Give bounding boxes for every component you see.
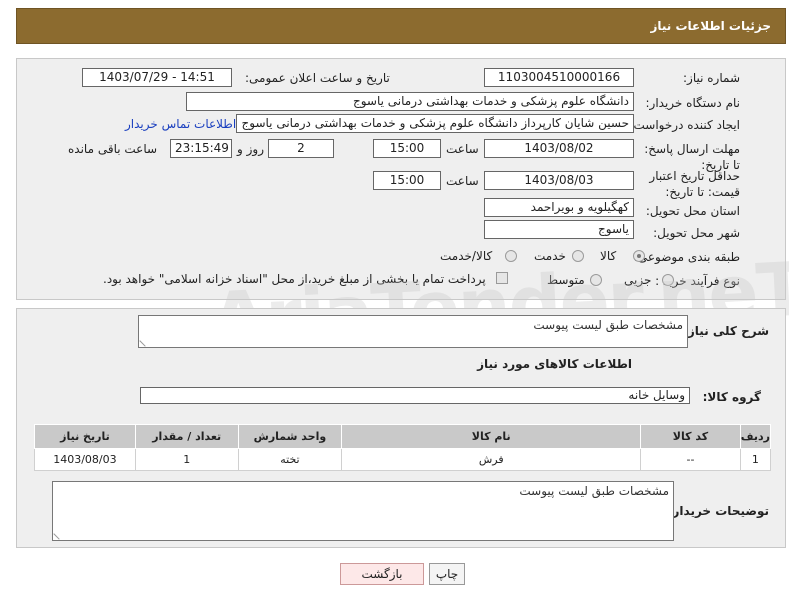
cell-unit: تخته (237, 448, 343, 471)
buyer-contact-link[interactable]: اطلاعات تماس خریدار (125, 117, 236, 131)
buyer-org-label: نام دستگاه خریدار: (645, 96, 741, 110)
buyer-org-field: دانشگاه علوم پزشکی و خدمات بهداشتی درمان… (186, 92, 634, 111)
category-radio-service[interactable] (572, 250, 584, 262)
price-deadline-label: حداقل تاریخ اعتبار قیمت: تا تاریخ: (649, 169, 740, 199)
city-label: شهر محل تحویل: (653, 226, 740, 240)
province-field: کهگیلویه و بویراحمد (484, 198, 634, 217)
creator-label: ایجاد کننده درخواست: (629, 118, 740, 132)
resize-grip-icon[interactable] (139, 335, 151, 347)
remaining-label: ساعت باقی مانده (68, 142, 158, 156)
cell-date: 1403/08/03 (34, 448, 136, 471)
goods-info-title: اطلاعات کالاهای مورد نیاز (477, 357, 632, 371)
process-radio-medium[interactable] (590, 274, 602, 286)
price-time-label: ساعت (446, 174, 479, 188)
cell-quantity: 1 (134, 448, 239, 471)
announce-field: 1403/07/29 - 14:51 (82, 68, 232, 87)
cell-name: فرش (341, 448, 642, 471)
page-title: جزئیات اطلاعات نیاز (650, 19, 771, 33)
goods-group-field: وسایل خانه (140, 387, 690, 404)
col-quantity: تعداد / مقدار (134, 424, 239, 449)
resize-grip-icon[interactable] (53, 528, 65, 540)
price-time-field: 15:00 (373, 171, 441, 190)
description-text: مشخصات طبق لیست پیوست (533, 318, 683, 332)
col-date: تاریخ نیاز (34, 424, 136, 449)
cell-row: 1 (739, 448, 772, 471)
goods-table: ردیف کد کالا نام کالا واحد شمارش تعداد /… (34, 424, 772, 471)
table-row: 1 -- فرش تخته 1 1403/08/03 (34, 448, 772, 471)
days-field: 2 (268, 139, 334, 158)
category-goods-label: کالا (600, 249, 617, 263)
category-label: طبقه بندی موضوعی: (633, 250, 740, 264)
print-button[interactable]: چاپ (429, 563, 465, 585)
need-number-label: شماره نیاز: (683, 71, 740, 85)
creator-field: حسین شایان کارپرداز دانشگاه علوم پزشکی و… (236, 114, 634, 133)
province-label: استان محل تحویل: (645, 204, 740, 218)
treasury-checkbox[interactable] (496, 272, 508, 284)
need-number-field: 1103004510000166 (484, 68, 634, 87)
process-radio-small[interactable] (662, 274, 674, 286)
col-name: نام کالا (341, 424, 642, 449)
table-header-row: ردیف کد کالا نام کالا واحد شمارش تعداد /… (34, 424, 772, 449)
back-button[interactable]: بازگشت (340, 563, 424, 585)
category-radio-goods-service[interactable] (505, 250, 517, 262)
announce-label: تاریخ و ساعت اعلان عمومی: (245, 71, 390, 85)
city-field: یاسوج (484, 220, 634, 239)
col-code: کد کالا (640, 424, 741, 449)
days-label: روز و (237, 142, 264, 156)
page-header: جزئیات اطلاعات نیاز (16, 8, 786, 44)
col-row: ردیف (739, 424, 772, 449)
description-label: شرح کلی نیاز: (683, 324, 769, 338)
category-radio-goods[interactable] (633, 250, 645, 262)
description-textarea: مشخصات طبق لیست پیوست (138, 315, 688, 348)
remaining-time-field: 23:15:49 (170, 139, 232, 158)
goods-group-label: گروه کالا: (702, 390, 761, 404)
buyer-notes-text: مشخصات طبق لیست پیوست (519, 484, 669, 498)
price-date-field: 1403/08/03 (484, 171, 634, 190)
col-unit: واحد شمارش (237, 424, 343, 449)
buyer-notes-textarea: مشخصات طبق لیست پیوست (52, 481, 674, 541)
category-goods-service-label: کالا/خدمت (440, 249, 493, 263)
process-medium-label: متوسط (547, 273, 585, 287)
reply-time-field: 15:00 (373, 139, 441, 158)
reply-time-label: ساعت (446, 142, 479, 156)
reply-date-field: 1403/08/02 (484, 139, 634, 158)
buyer-notes-label: توضیحات خریدار: (667, 504, 769, 518)
process-small-label: جزیی (624, 273, 652, 287)
cell-code: -- (640, 448, 741, 471)
category-service-label: خدمت (534, 249, 566, 263)
treasury-text: پرداخت تمام یا بخشی از مبلغ خرید،از محل … (103, 272, 486, 286)
